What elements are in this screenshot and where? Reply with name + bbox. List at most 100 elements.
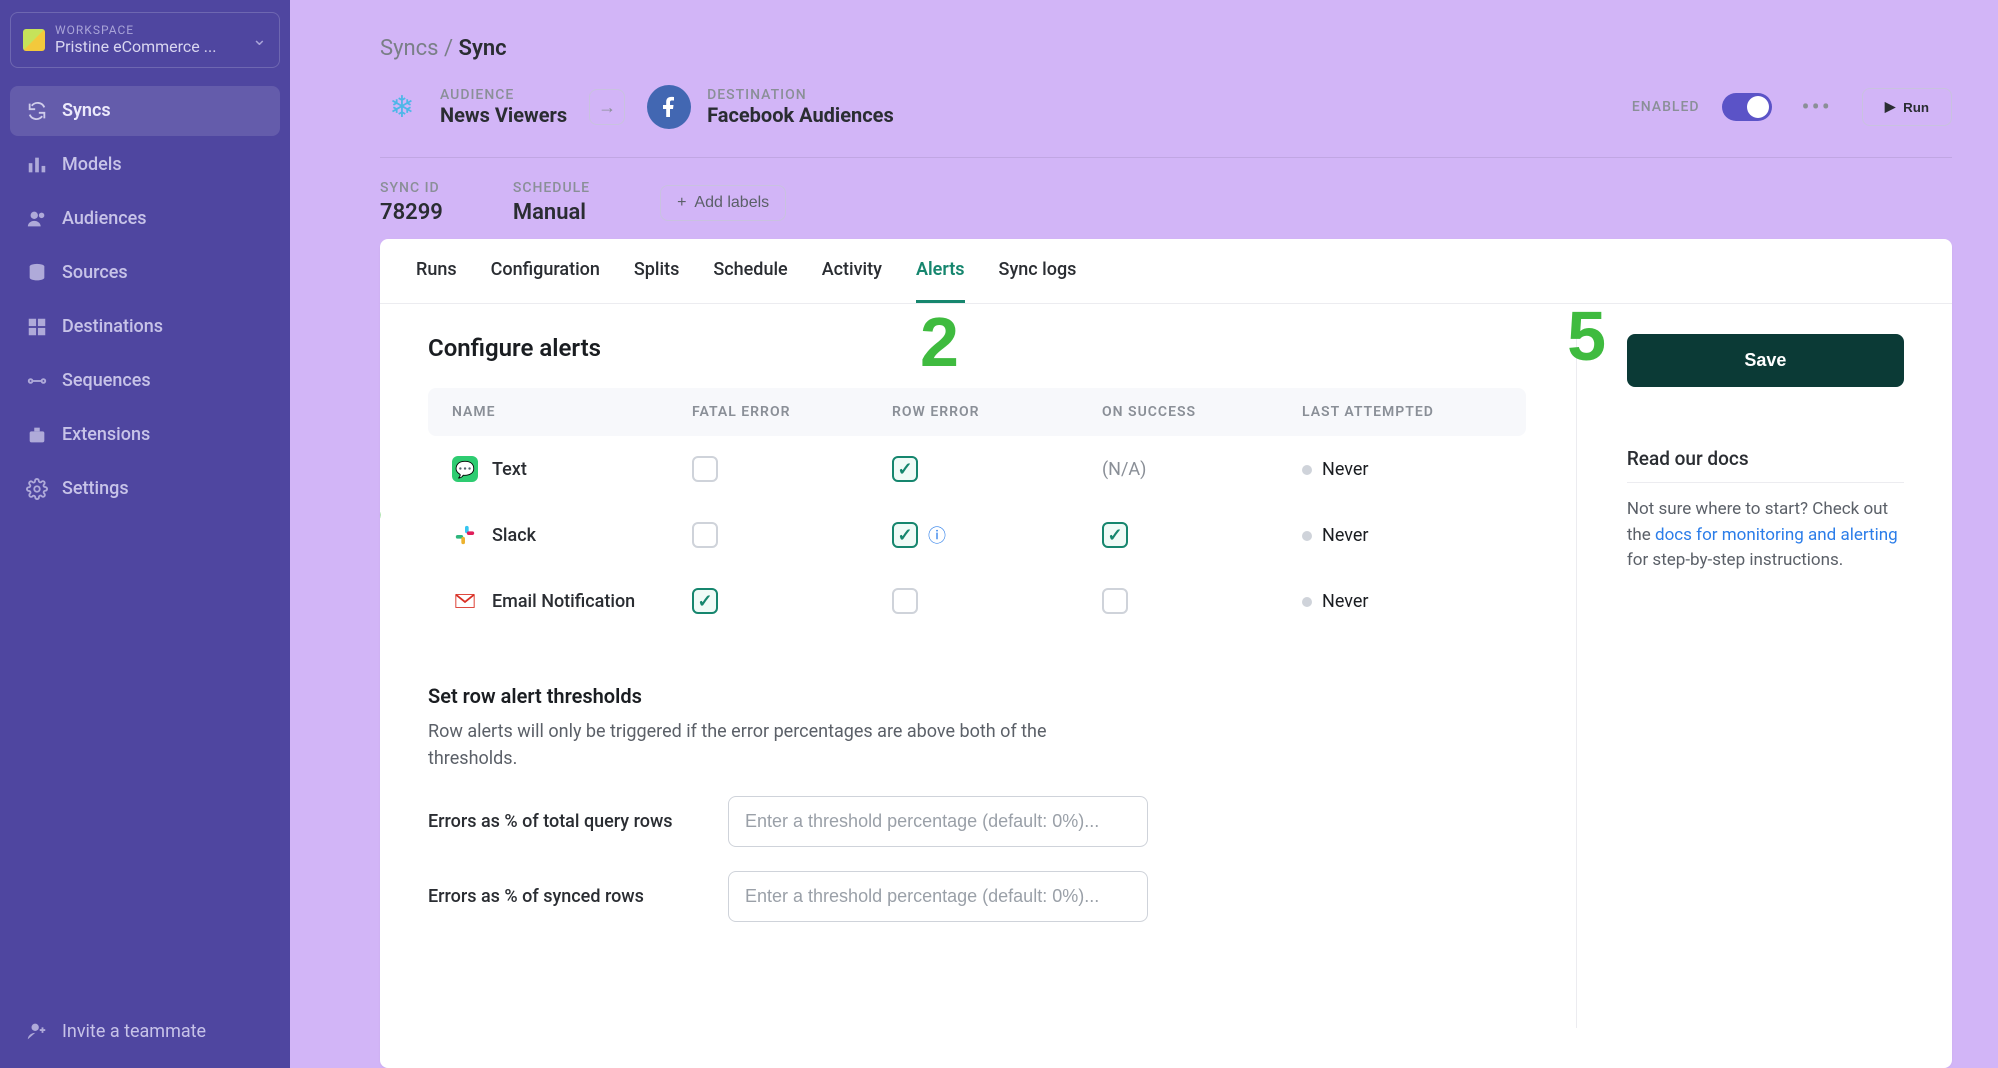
thresholds-title: Set row alert thresholds bbox=[428, 684, 1526, 708]
schedule-value: Manual bbox=[513, 200, 590, 225]
tab-activity[interactable]: Activity bbox=[822, 239, 882, 303]
sync-id-value: 78299 bbox=[380, 200, 443, 225]
puzzle-icon bbox=[26, 424, 48, 446]
sidebar-item-label: Syncs bbox=[62, 100, 111, 121]
status-dot-icon bbox=[1302, 597, 1312, 607]
sync-id-label: SYNC ID bbox=[380, 180, 443, 196]
threshold-synced-input[interactable] bbox=[728, 871, 1148, 922]
destination-name: Facebook Audiences bbox=[707, 103, 894, 127]
thresholds-help: Row alerts will only be triggered if the… bbox=[428, 718, 1128, 772]
checkbox-fatal[interactable] bbox=[692, 456, 718, 482]
tab-schedule[interactable]: Schedule bbox=[713, 239, 787, 303]
last-attempted: Never bbox=[1302, 525, 1502, 546]
alerts-table: NAME FATAL ERROR ROW ERROR ON SUCCESS LA… bbox=[428, 388, 1526, 634]
sync-icon bbox=[26, 100, 48, 122]
sms-icon: 💬 bbox=[452, 456, 478, 482]
alerts-title: Configure alerts bbox=[428, 334, 1526, 362]
invite-label: Invite a teammate bbox=[62, 1021, 206, 1042]
info-icon[interactable]: ⓘ bbox=[928, 522, 946, 548]
sidebar-item-label: Audiences bbox=[62, 208, 147, 229]
threshold-query-input[interactable] bbox=[728, 796, 1148, 847]
table-row: Email Notification Never bbox=[428, 568, 1526, 634]
checkbox-fatal[interactable] bbox=[692, 588, 718, 614]
checkbox-row[interactable] bbox=[892, 588, 918, 614]
tabs: Runs Configuration Splits Schedule Activ… bbox=[380, 239, 1952, 304]
breadcrumb: Syncs / Sync bbox=[380, 36, 1952, 61]
sidebar-item-syncs[interactable]: Syncs bbox=[10, 86, 280, 136]
workspace-switcher[interactable]: WORKSPACE Pristine eCommerce ... ⌄ bbox=[10, 12, 280, 68]
add-labels-text: Add labels bbox=[694, 194, 769, 212]
workspace-logo-icon bbox=[23, 29, 45, 51]
row-name: Email Notification bbox=[492, 591, 635, 612]
sidebar-item-label: Destinations bbox=[62, 316, 163, 337]
checkbox-row[interactable] bbox=[892, 522, 918, 548]
sidebar-nav: Syncs Models Audiences Sources Destinati… bbox=[10, 86, 280, 514]
audience-pill: ❄ AUDIENCE News Viewers bbox=[380, 85, 567, 129]
last-attempted: Never bbox=[1302, 591, 1502, 612]
col-fatal: FATAL ERROR bbox=[692, 404, 892, 420]
tab-sync-logs[interactable]: Sync logs bbox=[999, 239, 1077, 303]
vertical-divider bbox=[1576, 334, 1577, 1028]
sidebar-item-sequences[interactable]: Sequences bbox=[10, 356, 280, 406]
row-name: Text bbox=[492, 459, 527, 480]
last-attempted: Never bbox=[1302, 459, 1502, 480]
na-text: (N/A) bbox=[1102, 459, 1302, 480]
sidebar-item-label: Extensions bbox=[62, 424, 150, 445]
sidebar-item-destinations[interactable]: Destinations bbox=[10, 302, 280, 352]
more-menu-button[interactable]: ••• bbox=[1794, 89, 1840, 125]
audience-label: AUDIENCE bbox=[440, 87, 567, 103]
content-card: Runs Configuration Splits Schedule Activ… bbox=[380, 239, 1952, 1068]
tab-alerts[interactable]: Alerts bbox=[916, 239, 965, 303]
plus-icon: + bbox=[677, 194, 686, 212]
run-button[interactable]: ▶ Run bbox=[1862, 88, 1952, 126]
arrow-right-icon: → bbox=[589, 89, 625, 125]
sidebar-item-models[interactable]: Models bbox=[10, 140, 280, 190]
destination-label: DESTINATION bbox=[707, 87, 894, 103]
destination-pill: DESTINATION Facebook Audiences bbox=[647, 85, 894, 129]
save-button[interactable]: Save bbox=[1627, 334, 1904, 387]
status-dot-icon bbox=[1302, 531, 1312, 541]
status-dot-icon bbox=[1302, 465, 1312, 475]
run-label: Run bbox=[1903, 100, 1929, 115]
checkbox-success[interactable] bbox=[1102, 522, 1128, 548]
breadcrumb-root[interactable]: Syncs bbox=[380, 36, 439, 61]
checkbox-fatal[interactable] bbox=[692, 522, 718, 548]
audience-name: News Viewers bbox=[440, 103, 567, 127]
snowflake-icon: ❄ bbox=[380, 85, 424, 129]
col-success: ON SUCCESS bbox=[1102, 404, 1302, 420]
sidebar-item-label: Settings bbox=[62, 478, 129, 499]
field-label-query-rows: Errors as % of total query rows bbox=[428, 811, 708, 832]
checkbox-success[interactable] bbox=[1102, 588, 1128, 614]
slack-icon bbox=[452, 522, 478, 548]
sidebar-item-extensions[interactable]: Extensions bbox=[10, 410, 280, 460]
tab-splits[interactable]: Splits bbox=[634, 239, 679, 303]
users-icon bbox=[26, 208, 48, 230]
workspace-label: WORKSPACE bbox=[55, 23, 216, 37]
workspace-name: Pristine eCommerce ... bbox=[55, 37, 216, 56]
col-last: LAST ATTEMPTED bbox=[1302, 404, 1502, 420]
schedule-label: SCHEDULE bbox=[513, 180, 590, 196]
database-icon bbox=[26, 262, 48, 284]
table-row: Slack ⓘ Never bbox=[428, 502, 1526, 568]
annotation-3: 3 bbox=[380, 464, 383, 544]
breadcrumb-current: Sync bbox=[459, 36, 507, 61]
play-icon: ▶ bbox=[1885, 99, 1895, 115]
add-labels-button[interactable]: + Add labels bbox=[660, 185, 786, 221]
enabled-toggle[interactable] bbox=[1722, 93, 1772, 121]
col-name: NAME bbox=[452, 404, 692, 420]
tab-configuration[interactable]: Configuration bbox=[491, 239, 600, 303]
sidebar-item-settings[interactable]: Settings bbox=[10, 464, 280, 514]
enabled-label: ENABLED bbox=[1632, 99, 1700, 115]
tab-runs[interactable]: Runs bbox=[416, 239, 457, 303]
docs-link[interactable]: docs for monitoring and alerting bbox=[1655, 525, 1898, 545]
sync-meta: SYNC ID 78299 SCHEDULE Manual + Add labe… bbox=[380, 157, 1952, 225]
user-plus-icon bbox=[26, 1020, 48, 1042]
checkbox-row[interactable] bbox=[892, 456, 918, 482]
col-row: ROW ERROR bbox=[892, 404, 1102, 420]
invite-teammate-button[interactable]: Invite a teammate bbox=[10, 1006, 280, 1056]
sidebar-item-label: Models bbox=[62, 154, 122, 175]
sidebar-item-sources[interactable]: Sources bbox=[10, 248, 280, 298]
sidebar-item-audiences[interactable]: Audiences bbox=[10, 194, 280, 244]
flow-icon bbox=[26, 370, 48, 392]
main-content: Syncs / Sync ❄ AUDIENCE News Viewers → D… bbox=[290, 0, 1998, 1068]
